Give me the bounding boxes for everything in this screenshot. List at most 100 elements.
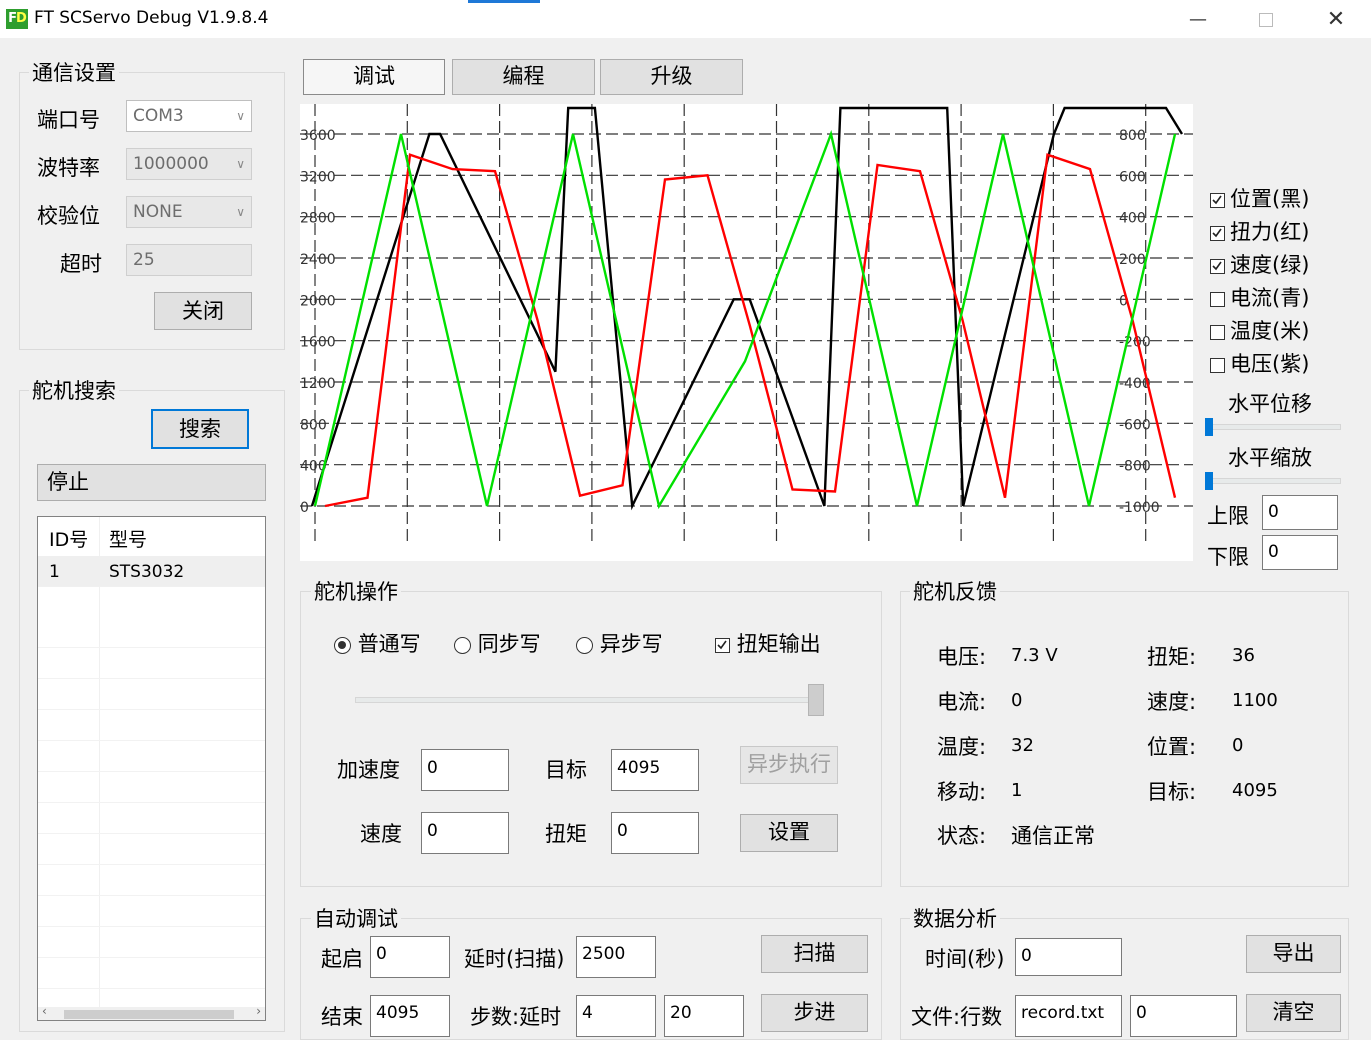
right-axis-tick: -600 bbox=[1119, 417, 1151, 433]
legend-item[interactable]: 电流(青) bbox=[1210, 282, 1360, 315]
temp-value: 32 bbox=[1011, 735, 1034, 756]
legend-item[interactable]: 扭力(红) bbox=[1210, 216, 1360, 249]
tab-upgrade[interactable]: 升级 bbox=[600, 59, 743, 95]
list-item-id: 1 bbox=[49, 562, 60, 582]
time-input[interactable]: 0 bbox=[1015, 938, 1122, 976]
horizontal-scrollbar[interactable]: ‹ › bbox=[38, 1004, 265, 1020]
target-input[interactable]: 4095 bbox=[611, 749, 699, 791]
scroll-right-icon[interactable]: › bbox=[256, 1004, 261, 1018]
voltage-value: 7.3 V bbox=[1011, 645, 1058, 666]
h-shift-label: 水平位移 bbox=[1228, 392, 1312, 416]
write-mode-normal[interactable]: 普通写 bbox=[334, 628, 421, 658]
delay-input[interactable]: 2500 bbox=[576, 936, 656, 978]
right-axis-tick: 200 bbox=[1119, 252, 1146, 268]
lower-limit-input[interactable]: 0 bbox=[1262, 535, 1338, 570]
servo-list[interactable]: ID号 型号 1 STS3032 ‹ › bbox=[37, 516, 266, 1021]
right-axis-tick: 600 bbox=[1119, 169, 1146, 185]
legend-item-label: 速度(绿) bbox=[1230, 253, 1310, 277]
tab-debug[interactable]: 调试 bbox=[303, 59, 445, 95]
timeout-label: 超时 bbox=[60, 252, 102, 276]
async-exec-button[interactable]: 异步执行 bbox=[740, 746, 838, 784]
close-icon[interactable]: ✕ bbox=[1316, 6, 1356, 34]
search-button[interactable]: 搜索 bbox=[151, 409, 249, 449]
torque-output-toggle[interactable]: 扭矩输出 bbox=[715, 628, 821, 658]
export-button[interactable]: 导出 bbox=[1246, 935, 1341, 973]
tab-program[interactable]: 编程 bbox=[452, 59, 595, 95]
legend-checkbox[interactable] bbox=[1210, 291, 1225, 307]
position-slider[interactable] bbox=[355, 697, 824, 703]
baud-select[interactable]: 1000000 ∨ bbox=[126, 148, 252, 180]
upper-limit-input[interactable]: 0 bbox=[1262, 495, 1338, 530]
parity-select[interactable]: NONE ∨ bbox=[126, 196, 252, 228]
port-select[interactable]: COM3 ∨ bbox=[126, 100, 252, 132]
maximize-icon[interactable] bbox=[1246, 6, 1286, 34]
column-header-model[interactable]: 型号 bbox=[109, 525, 147, 552]
current-value: 0 bbox=[1011, 690, 1023, 711]
servo-search-title: 舵机搜索 bbox=[29, 375, 119, 405]
h-scale-label: 水平缩放 bbox=[1228, 446, 1312, 470]
port-value: COM3 bbox=[133, 106, 184, 126]
set-button[interactable]: 设置 bbox=[740, 814, 838, 852]
torque-output-checkbox[interactable] bbox=[715, 637, 730, 653]
legend-checkbox[interactable] bbox=[1210, 324, 1225, 340]
stop-button[interactable]: 停止 bbox=[37, 464, 266, 501]
write-mode-sync[interactable]: 同步写 bbox=[454, 628, 541, 658]
radio-async-write[interactable] bbox=[576, 636, 593, 654]
data-analysis-title: 数据分析 bbox=[910, 903, 1000, 933]
timeout-input[interactable]: 25 bbox=[126, 244, 252, 276]
port-label: 端口号 bbox=[37, 108, 100, 132]
chart-background bbox=[300, 104, 1193, 561]
app-logo-icon: FD bbox=[6, 9, 28, 29]
legend-checkbox[interactable] bbox=[1210, 258, 1225, 274]
torque-input[interactable]: 0 bbox=[611, 812, 699, 854]
scan-button[interactable]: 扫描 bbox=[761, 935, 868, 973]
minimize-icon[interactable]: — bbox=[1178, 6, 1218, 34]
list-item[interactable]: 1 STS3032 bbox=[38, 556, 265, 587]
step-input[interactable]: 4 bbox=[576, 995, 656, 1037]
rows-input[interactable]: 0 bbox=[1130, 995, 1237, 1037]
clear-button[interactable]: 清空 bbox=[1246, 994, 1341, 1032]
fb-speed-label: 速度: bbox=[1147, 690, 1197, 714]
speed-input[interactable]: 0 bbox=[421, 812, 509, 854]
right-axis-tick: -800 bbox=[1119, 459, 1151, 475]
legend-checkbox[interactable] bbox=[1210, 225, 1225, 241]
h-shift-slider[interactable] bbox=[1206, 424, 1341, 430]
legend-item[interactable]: 温度(米) bbox=[1210, 315, 1360, 348]
step-delay-input[interactable]: 20 bbox=[664, 995, 744, 1037]
position-slider-thumb[interactable] bbox=[808, 684, 824, 716]
scrollbar-thumb[interactable] bbox=[64, 1010, 234, 1019]
close-port-button[interactable]: 关闭 bbox=[154, 292, 252, 330]
h-scale-slider[interactable] bbox=[1206, 478, 1341, 484]
legend-checkbox[interactable] bbox=[1210, 192, 1225, 208]
step-button[interactable]: 步进 bbox=[761, 994, 868, 1032]
write-mode-async[interactable]: 异步写 bbox=[576, 628, 663, 658]
file-input[interactable]: record.txt bbox=[1015, 995, 1122, 1037]
file-label: 文件:行数 bbox=[911, 1005, 1003, 1029]
radio-sync-write[interactable] bbox=[454, 636, 471, 654]
left-axis-tick: 800 bbox=[300, 417, 327, 433]
radio-normal-write[interactable] bbox=[334, 636, 351, 654]
legend-item[interactable]: 电压(紫) bbox=[1210, 348, 1360, 381]
left-axis-tick: 0 bbox=[300, 500, 309, 516]
right-axis-tick: -1000 bbox=[1119, 500, 1160, 516]
left-axis-tick: 2000 bbox=[300, 293, 336, 309]
column-header-id[interactable]: ID号 bbox=[49, 525, 88, 552]
start-input[interactable]: 0 bbox=[370, 936, 450, 978]
h-shift-slider-thumb[interactable] bbox=[1205, 418, 1213, 436]
target-label: 目标 bbox=[545, 758, 587, 782]
h-scale-slider-thumb[interactable] bbox=[1205, 472, 1213, 490]
voltage-label: 电压: bbox=[937, 645, 987, 669]
legend-item[interactable]: 位置(黑) bbox=[1210, 183, 1360, 216]
legend-item-label: 电压(紫) bbox=[1230, 352, 1310, 376]
legend-checkbox[interactable] bbox=[1210, 357, 1225, 373]
delay-label: 延时(扫描) bbox=[464, 947, 565, 971]
end-input[interactable]: 4095 bbox=[370, 995, 450, 1037]
right-axis-tick: 400 bbox=[1119, 211, 1146, 227]
parity-value: NONE bbox=[133, 202, 183, 222]
comm-settings-title: 通信设置 bbox=[29, 57, 119, 87]
move-value: 1 bbox=[1011, 780, 1023, 801]
legend-item[interactable]: 速度(绿) bbox=[1210, 249, 1360, 282]
title-accent-strip bbox=[468, 0, 540, 3]
accel-input[interactable]: 0 bbox=[421, 749, 509, 791]
scroll-left-icon[interactable]: ‹ bbox=[42, 1004, 47, 1018]
